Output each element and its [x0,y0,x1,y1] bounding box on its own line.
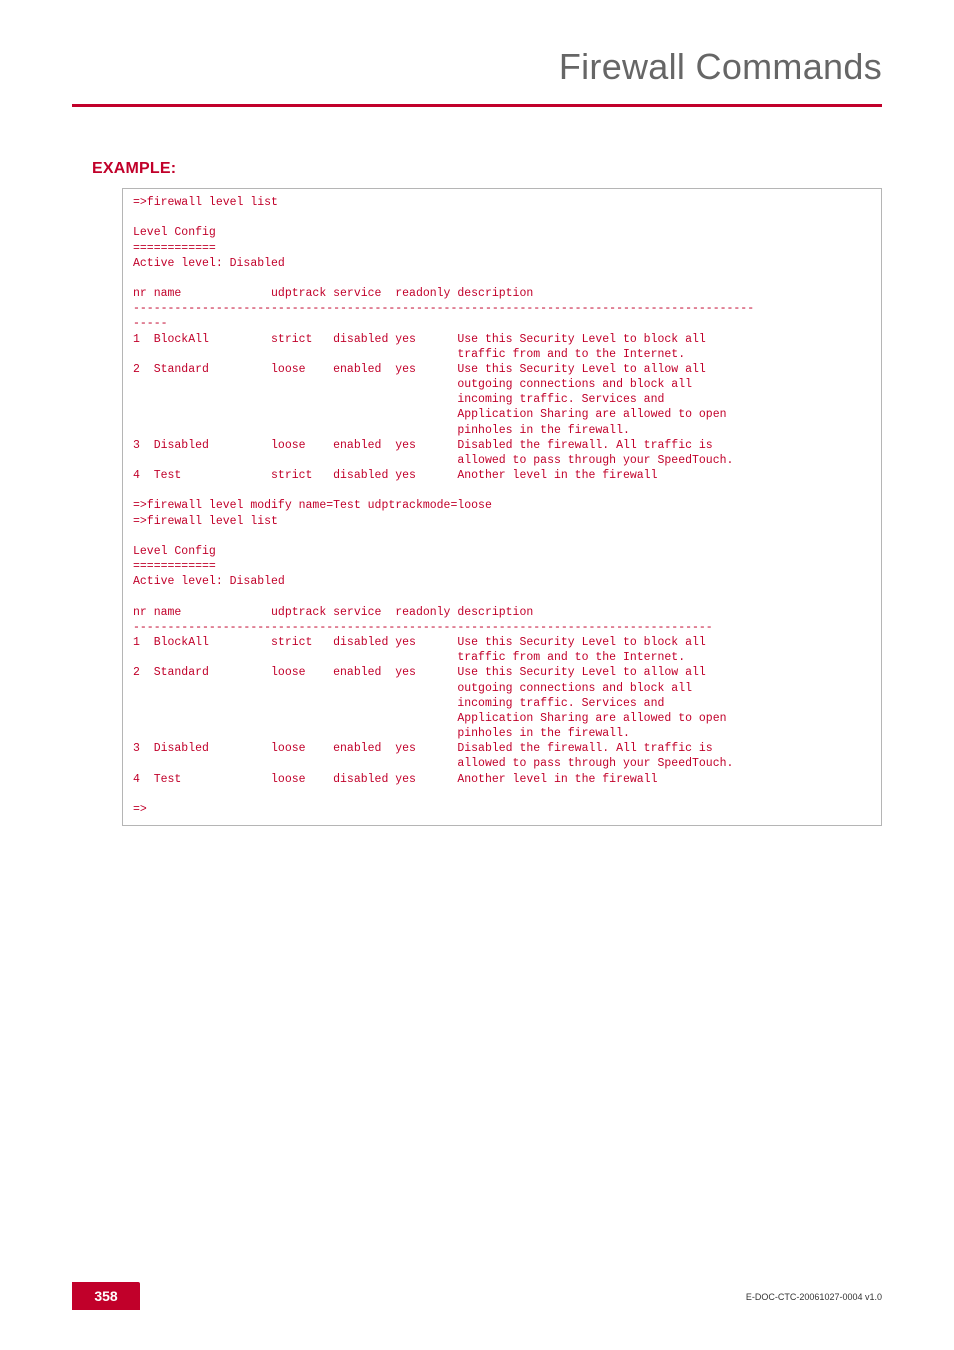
code-block: =>firewall level list Level Config =====… [122,188,882,826]
page: Firewall Commands EXAMPLE: =>firewall le… [0,0,954,1350]
page-number: 358 [72,1282,140,1310]
section-label-example: EXAMPLE: [92,160,176,178]
code-content: =>firewall level list Level Config =====… [133,195,871,817]
page-title: Firewall Commands [559,46,882,88]
footer-doc-id: E-DOC-CTC-20061027-0004 v1.0 [746,1292,882,1302]
header-rule [72,104,882,107]
